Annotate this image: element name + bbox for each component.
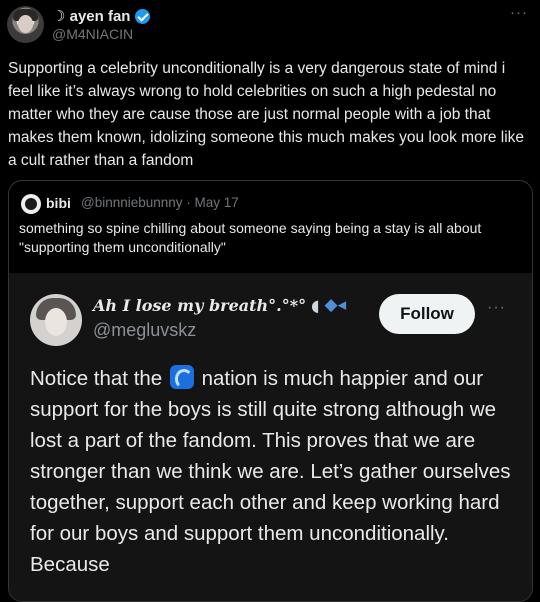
author-name-text[interactable]: ☽ ayen fan [52,7,130,25]
screenshot-text-part-1: Notice that the [30,367,168,390]
shell-emoji-icon: ◖ [311,295,320,315]
quoted-author-avatar[interactable] [21,194,41,214]
screenshot-display-name: Ah I lose my breath°.°*° ◖ ◆◂ [93,295,346,315]
screenshot-text-part-2: nation is much happier and our support f… [30,367,511,576]
quoted-tweet[interactable]: bibi @binnniebunnny · May 17 something s… [8,180,533,602]
screenshot-avatar [30,294,82,346]
fish-emoji-icon: ◆◂ [324,295,347,315]
screenshot-handle: @megluvskz [93,320,197,340]
verified-badge-icon [135,8,151,24]
screenshot-follow-button: Follow [379,294,475,334]
author-name[interactable]: ☽ ayen fan [52,7,151,25]
quoted-author-name[interactable]: bibi [46,195,71,211]
author-handle[interactable]: @M4NIACIN [52,26,133,42]
quoted-tweet-text: something so spine chilling about someon… [19,220,482,255]
author-avatar[interactable] [7,6,44,43]
quoted-author-handle-date[interactable]: @binnniebunnny · May 17 [81,195,239,210]
wave-emoji-icon [169,365,194,389]
screenshot-text: Notice that the nation is much happier a… [30,363,520,580]
tweet-text: Supporting a celebrity unconditionally i… [8,60,525,169]
screenshot-more-icon: ··· [487,299,506,316]
screenshot-display-name-text: Ah I lose my breath°.°*° [93,295,307,315]
quoted-screenshot-image[interactable]: Ah I lose my breath°.°*° ◖ ◆◂ @megluvskz… [9,273,532,601]
more-options-icon[interactable]: ··· [510,4,528,21]
